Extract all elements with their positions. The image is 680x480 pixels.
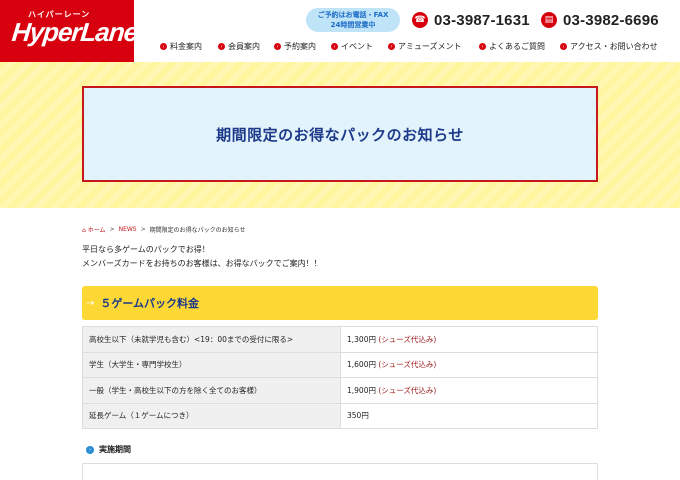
price-label: 学生（大学生・専門学校生） — [82, 351, 341, 378]
main-nav: › 料金案内 › 会員案内 › 予約案内 › イベント › アミューズメント ›… — [160, 41, 680, 55]
intro-line: メンバーズカードをお持ちのお客様は、お得なパックでご案内！！ — [82, 259, 322, 268]
nav-label: イベント — [341, 42, 373, 51]
arrow-right-icon: → — [86, 297, 95, 309]
table-row: 学生（大学生・専門学校生） 1,600円 (シューズ代込み) — [82, 351, 598, 378]
nav-item-faq[interactable]: › よくあるご質問 — [479, 41, 545, 52]
intro-line: 平日なら多ゲームのパックでお得！ — [82, 245, 210, 254]
price-value: 1,900円 (シューズ代込み) — [340, 377, 598, 404]
chevron-right-icon: › — [388, 43, 395, 50]
breadcrumb-separator: > — [109, 226, 115, 233]
price-value: 350円 — [340, 402, 598, 429]
price-table: 高校生以下（未就学児も含む）<19：00までの受付に限る> 1,300円 (シュ… — [82, 326, 598, 429]
table-row: 高校生以下（未就学児も含む）<19：00までの受付に限る> 1,300円 (シュ… — [82, 326, 598, 353]
price-label: 高校生以下（未就学児も含む）<19：00までの受付に限る> — [82, 326, 341, 353]
chevron-right-icon: › — [479, 43, 486, 50]
chevron-right-icon: › — [274, 43, 281, 50]
logo-text: HyperLane — [10, 17, 140, 47]
table-row: 一般（学生・高校生以下の方を除く全てのお客様） 1,900円 (シューズ代込み) — [82, 377, 598, 404]
phone-icon: ☎ — [412, 12, 428, 28]
hero-banner: 期間限定のお得なパックのお知らせ — [0, 62, 680, 208]
nav-item-amusement[interactable]: › アミューズメント — [388, 41, 461, 52]
nav-item-member[interactable]: › 会員案内 — [218, 41, 260, 52]
chevron-right-icon: › — [218, 43, 225, 50]
price-amount: 1,900円 — [347, 385, 376, 395]
period-title: 実施期間 — [99, 445, 131, 454]
breadcrumb-current: 期間限定のお得なパックのお知らせ — [149, 227, 246, 234]
price-amount: 1,600円 — [347, 360, 376, 370]
nav-item-access[interactable]: › アクセス・お問い合わせ — [560, 41, 658, 52]
chevron-right-icon: › — [560, 43, 567, 50]
nav-label: 会員案内 — [228, 42, 260, 51]
price-label: 延長ゲーム（１ゲームにつき） — [82, 402, 341, 429]
chevron-right-icon: › — [331, 43, 338, 50]
breadcrumb-separator: > — [140, 226, 146, 233]
phone-fax-number: 03-3982-6696 — [563, 11, 659, 29]
period-box — [82, 463, 598, 480]
price-label: 一般（学生・高校生以下の方を除く全てのお客様） — [82, 377, 341, 404]
phone-tel-number: 03-3987-1631 — [434, 11, 530, 29]
section-heading: → ５ゲームパック料金 — [82, 286, 598, 320]
badge-line1: ご予約はお電話・FAX — [317, 11, 389, 19]
price-amount: 350円 — [347, 411, 369, 421]
site-header: ハイパーレーン HyperLane ご予約はお電話・FAX 24時間営業中 ☎ … — [0, 0, 680, 62]
price-note: (シューズ代込み) — [378, 360, 437, 370]
price-value: 1,600円 (シューズ代込み) — [340, 351, 598, 378]
breadcrumb-home-label: ホーム — [87, 227, 106, 234]
phone-tel[interactable]: ☎ 03-3987-1631 — [412, 10, 530, 30]
nav-item-price[interactable]: › 料金案内 — [160, 41, 202, 52]
price-value: 1,300円 (シューズ代込み) — [340, 326, 598, 353]
chevron-right-icon: › — [86, 445, 94, 454]
chevron-right-icon: › — [160, 43, 167, 50]
nav-item-event[interactable]: › イベント — [331, 41, 373, 52]
nav-label: よくあるご質問 — [489, 42, 545, 51]
nav-label: アクセス・お問い合わせ — [570, 42, 658, 51]
breadcrumb-home[interactable]: ⌂ ホーム — [82, 225, 106, 234]
badge-line2: 24時間営業中 — [330, 21, 376, 29]
table-row: 延長ゲーム（１ゲームにつき） 350円 — [82, 402, 598, 429]
breadcrumb-news[interactable]: NEWS — [119, 226, 137, 233]
phone-fax[interactable]: ▤ 03-3982-6696 — [541, 10, 659, 30]
section-title: ５ゲームパック料金 — [100, 297, 200, 310]
nav-item-reservation[interactable]: › 予約案内 — [274, 41, 316, 52]
nav-label: 予約案内 — [284, 42, 316, 51]
nav-label: 料金案内 — [170, 42, 202, 51]
logo[interactable]: ハイパーレーン HyperLane — [0, 0, 139, 62]
period-heading: › 実施期間 — [86, 444, 131, 455]
reservation-badge: ご予約はお電話・FAX 24時間営業中 — [306, 8, 400, 32]
home-icon: ⌂ — [82, 227, 86, 234]
page-title: 期間限定のお得なパックのお知らせ — [216, 125, 464, 144]
breadcrumb: ⌂ ホーム > NEWS > 期間限定のお得なパックのお知らせ — [82, 225, 246, 234]
nav-label: アミューズメント — [398, 42, 462, 51]
price-note: (シューズ代込み) — [378, 334, 437, 344]
price-amount: 1,300円 — [347, 334, 376, 344]
hero-title-box: 期間限定のお得なパックのお知らせ — [82, 86, 598, 182]
intro-text: 平日なら多ゲームのパックでお得！ メンバーズカードをお持ちのお客様は、お得なパッ… — [82, 243, 322, 271]
price-note: (シューズ代込み) — [378, 385, 437, 395]
fax-icon: ▤ — [541, 12, 557, 28]
